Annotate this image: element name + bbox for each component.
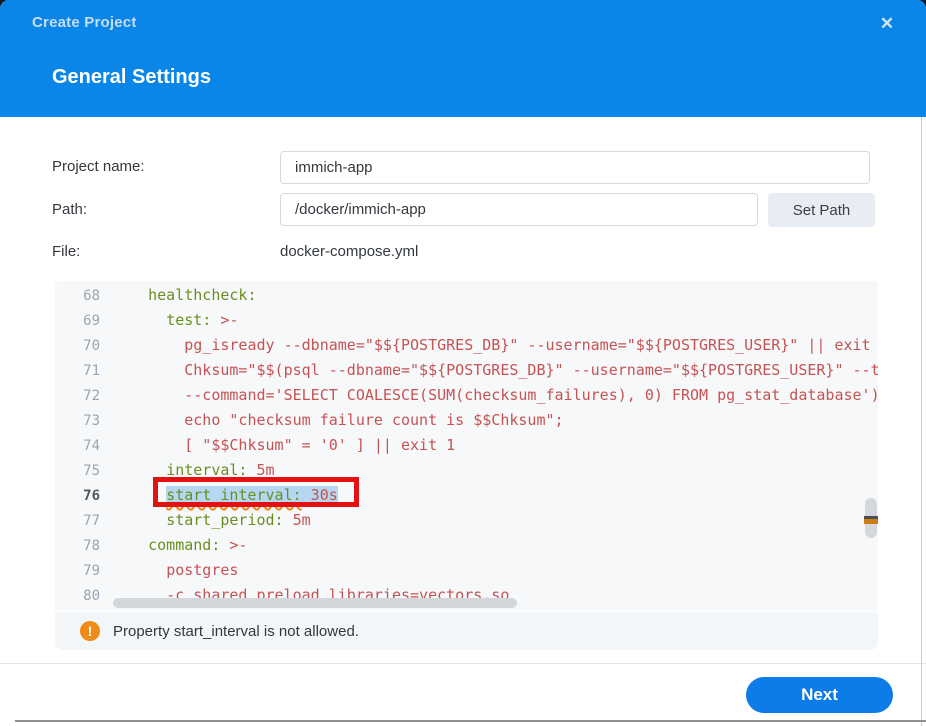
code-text: command: >- bbox=[112, 536, 247, 554]
code-text: echo "checksum failure count is $$Chksum… bbox=[112, 411, 564, 429]
page-title: General Settings bbox=[52, 66, 211, 89]
file-label: File: bbox=[52, 243, 80, 260]
code-line: 75 interval: 5m bbox=[55, 458, 878, 483]
vertical-scrollbar-thumb[interactable] bbox=[865, 498, 877, 538]
project-name-input[interactable] bbox=[280, 151, 870, 184]
warning-message: Property start_interval is not allowed. bbox=[113, 623, 359, 640]
line-number: 70 bbox=[55, 334, 100, 359]
footer-divider bbox=[0, 663, 926, 664]
code-text: start_period: 5m bbox=[112, 511, 311, 529]
yaml-code-editor[interactable]: 68 healthcheck:69 test: >-70 pg_isready … bbox=[55, 281, 878, 611]
scrollbar-error-marker bbox=[864, 519, 878, 524]
line-number: 68 bbox=[55, 284, 100, 309]
path-label: Path: bbox=[52, 201, 87, 218]
file-value: docker-compose.yml bbox=[280, 243, 418, 260]
line-number: 75 bbox=[55, 459, 100, 484]
line-number: 76 bbox=[55, 484, 100, 509]
next-button[interactable]: Next bbox=[746, 677, 893, 713]
code-line: 70 pg_isready --dbname="$${POSTGRES_DB}"… bbox=[55, 333, 878, 358]
code-text: [ "$$Chksum" = '0' ] || exit 1 bbox=[112, 436, 455, 454]
code-line: 71 Chksum="$$(psql --dbname="$${POSTGRES… bbox=[55, 358, 878, 383]
code-line: 72 --command='SELECT COALESCE(SUM(checks… bbox=[55, 383, 878, 408]
line-number: 71 bbox=[55, 359, 100, 384]
line-number: 73 bbox=[55, 409, 100, 434]
code-line: 76 start_interval: 30s bbox=[55, 483, 878, 508]
path-input[interactable] bbox=[280, 193, 758, 226]
horizontal-scrollbar-thumb[interactable] bbox=[113, 598, 517, 608]
dialog-header: Create Project ✕ General Settings bbox=[0, 0, 926, 117]
create-project-dialog: Create Project ✕ General Settings Projec… bbox=[0, 0, 926, 726]
code-text: pg_isready --dbname="$${POSTGRES_DB}" --… bbox=[112, 336, 871, 354]
code-line: 73 echo "checksum failure count is $$Chk… bbox=[55, 408, 878, 433]
project-name-label: Project name: bbox=[52, 158, 145, 175]
code-line: 74 [ "$$Chksum" = '0' ] || exit 1 bbox=[55, 433, 878, 458]
code-line: 68 healthcheck: bbox=[55, 283, 878, 308]
validation-warning-bar: ! Property start_interval is not allowed… bbox=[55, 612, 878, 650]
line-number: 78 bbox=[55, 534, 100, 559]
line-number: 79 bbox=[55, 559, 100, 584]
code-text: Chksum="$$(psql --dbname="$${POSTGRES_DB… bbox=[112, 361, 878, 379]
selected-text: start_interval: 30s bbox=[166, 486, 338, 504]
code-line: 78 command: >- bbox=[55, 533, 878, 558]
line-number: 80 bbox=[55, 584, 100, 609]
code-text: test: >- bbox=[112, 311, 238, 329]
dialog-right-edge bbox=[921, 117, 922, 726]
code-text: --command='SELECT COALESCE(SUM(checksum_… bbox=[112, 386, 878, 404]
line-number: 74 bbox=[55, 434, 100, 459]
line-number: 72 bbox=[55, 384, 100, 409]
code-lines: 68 healthcheck:69 test: >-70 pg_isready … bbox=[55, 283, 878, 608]
code-text: healthcheck: bbox=[112, 286, 257, 304]
set-path-button[interactable]: Set Path bbox=[768, 193, 875, 227]
warning-icon: ! bbox=[80, 621, 100, 641]
code-text: postgres bbox=[112, 561, 238, 579]
code-text: start_interval: 30s bbox=[112, 486, 338, 504]
window-title: Create Project bbox=[32, 14, 137, 31]
close-icon[interactable]: ✕ bbox=[876, 13, 898, 35]
dialog-bottom-edge bbox=[15, 720, 926, 722]
code-line: 79 postgres bbox=[55, 558, 878, 583]
code-line: 69 test: >- bbox=[55, 308, 878, 333]
line-number: 77 bbox=[55, 509, 100, 534]
line-number: 69 bbox=[55, 309, 100, 334]
code-line: 77 start_period: 5m bbox=[55, 508, 878, 533]
code-text: interval: 5m bbox=[112, 461, 275, 479]
